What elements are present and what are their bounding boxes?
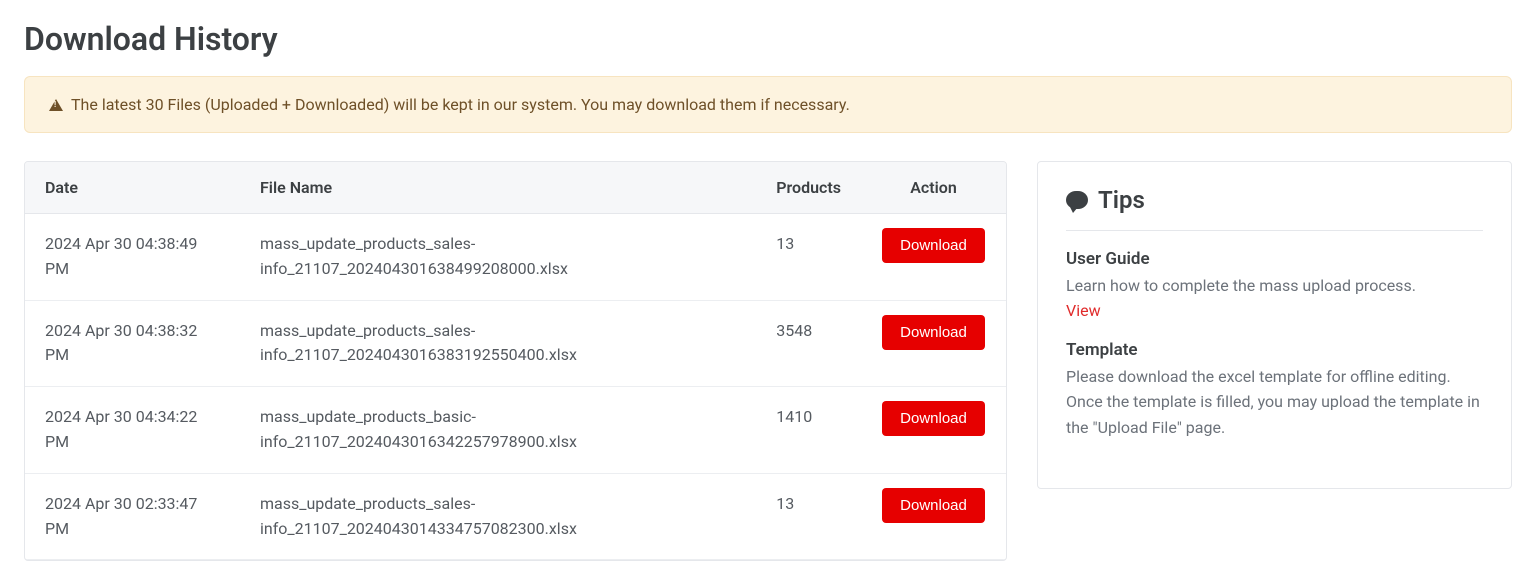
tip-title: User Guide	[1066, 249, 1483, 269]
cell-action: Download	[861, 473, 1006, 560]
download-button[interactable]: Download	[882, 228, 985, 263]
cell-date: 2024 Apr 30 04:34:22 PM	[25, 387, 240, 474]
cell-products: 1410	[756, 387, 861, 474]
col-header-action: Action	[861, 162, 1006, 214]
col-header-file: File Name	[240, 162, 756, 214]
cell-action: Download	[861, 387, 1006, 474]
cell-action: Download	[861, 214, 1006, 301]
tip-template: Template Please download the excel templ…	[1066, 340, 1483, 441]
tip-desc: Please download the excel template for o…	[1066, 364, 1483, 441]
cell-date: 2024 Apr 30 04:38:32 PM	[25, 300, 240, 387]
cell-products: 13	[756, 214, 861, 301]
cell-file: mass_update_products_sales-info_21107_20…	[240, 300, 756, 387]
warning-icon	[49, 99, 63, 111]
download-button[interactable]: Download	[882, 401, 985, 436]
cell-file: mass_update_products_sales-info_21107_20…	[240, 214, 756, 301]
cell-file: mass_update_products_sales-info_21107_20…	[240, 473, 756, 560]
tip-title: Template	[1066, 340, 1483, 360]
tip-desc: Learn how to complete the mass upload pr…	[1066, 273, 1483, 299]
cell-products: 13	[756, 473, 861, 560]
cell-action: Download	[861, 300, 1006, 387]
col-header-date: Date	[25, 162, 240, 214]
tip-user-guide: User Guide Learn how to complete the mas…	[1066, 249, 1483, 320]
table-row: 2024 Apr 30 04:38:32 PMmass_update_produ…	[25, 300, 1006, 387]
download-button[interactable]: Download	[882, 488, 985, 523]
table-row: 2024 Apr 30 02:33:47 PMmass_update_produ…	[25, 473, 1006, 560]
alert-text: The latest 30 Files (Uploaded + Download…	[71, 95, 850, 114]
info-alert: The latest 30 Files (Uploaded + Download…	[24, 76, 1512, 133]
tips-heading-text: Tips	[1098, 186, 1145, 214]
table-row: 2024 Apr 30 04:38:49 PMmass_update_produ…	[25, 214, 1006, 301]
cell-date: 2024 Apr 30 04:38:49 PM	[25, 214, 240, 301]
cell-date: 2024 Apr 30 02:33:47 PM	[25, 473, 240, 560]
table-row: 2024 Apr 30 04:34:22 PMmass_update_produ…	[25, 387, 1006, 474]
col-header-products: Products	[756, 162, 861, 214]
tips-header: Tips	[1066, 186, 1483, 231]
cell-products: 3548	[756, 300, 861, 387]
download-button[interactable]: Download	[882, 315, 985, 350]
cell-file: mass_update_products_basic-info_21107_20…	[240, 387, 756, 474]
user-guide-view-link[interactable]: View	[1066, 301, 1101, 320]
page-title: Download History	[24, 20, 1512, 58]
tips-panel: Tips User Guide Learn how to complete th…	[1037, 161, 1512, 489]
download-history-table: Date File Name Products Action 2024 Apr …	[24, 161, 1007, 561]
comment-icon	[1066, 191, 1088, 209]
